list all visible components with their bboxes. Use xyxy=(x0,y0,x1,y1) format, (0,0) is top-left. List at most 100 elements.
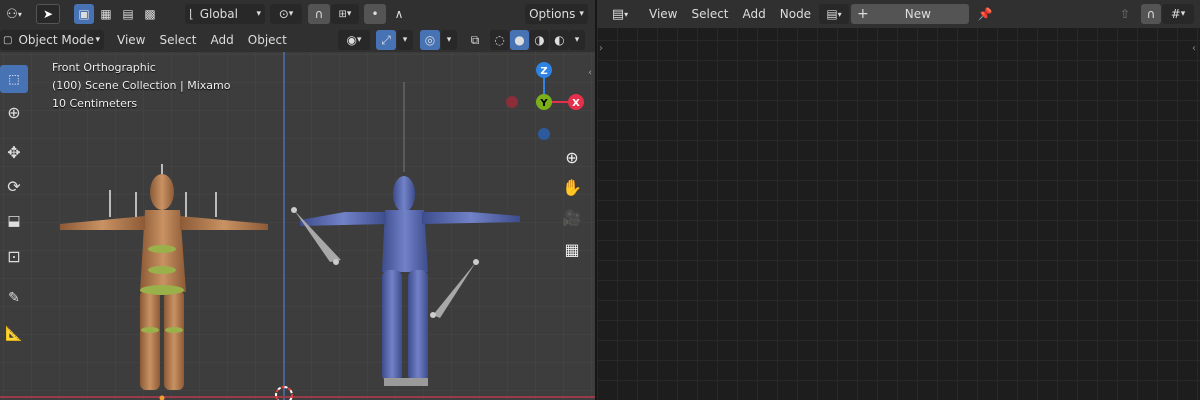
browse-datablock-dropdown[interactable]: ▤ ▾ xyxy=(819,4,849,24)
pin-icon: 📌 xyxy=(977,7,993,21)
gizmo-dropdown[interactable]: ▾ xyxy=(397,30,413,50)
pivot-point-dropdown[interactable]: ⊙ ▾ xyxy=(270,4,302,24)
menu-select[interactable]: Select xyxy=(684,4,735,24)
select-box-tool[interactable]: ⬚ xyxy=(0,65,28,93)
overlay-toggle[interactable]: ◎ xyxy=(420,30,440,50)
wireframe-shading-icon[interactable]: ◌ xyxy=(490,30,509,50)
plus-icon: + xyxy=(857,6,869,22)
falloff-dropdown[interactable]: ∧ xyxy=(388,4,410,24)
gizmo-toggle[interactable]: ⤢ xyxy=(376,30,396,50)
xray-icon: ⧉ xyxy=(470,32,480,47)
falloff-curve-icon: ∧ xyxy=(394,7,404,21)
overlay-icon: ◎ xyxy=(424,33,436,47)
x-axis-label: X xyxy=(572,98,580,109)
snap-toggle[interactable]: ∩ xyxy=(1141,4,1161,24)
menu-view[interactable]: View xyxy=(110,30,152,50)
menu-node[interactable]: Node xyxy=(773,4,818,24)
chevron-down-icon: ▾ xyxy=(574,35,580,45)
navigation-gizmo[interactable]: Z Y X xyxy=(500,58,595,148)
pivot-icon: ⊙ xyxy=(278,7,289,21)
neg-z-axis-dot[interactable] xyxy=(538,128,550,140)
node-editor[interactable]: ▤ ▾ View Select Add Node ▤ ▾ + New 📌 ⇧ ∩… xyxy=(597,0,1200,400)
pin-toggle[interactable]: 📌 xyxy=(975,4,995,24)
magnet-icon: ∩ xyxy=(314,7,324,21)
scale-tool[interactable]: ⬓ xyxy=(0,207,28,235)
proportional-dot-icon: • xyxy=(371,7,379,21)
menu-select[interactable]: Select xyxy=(152,30,203,50)
select-intersect-icon[interactable]: ▩ xyxy=(140,4,160,24)
pan-hand-icon[interactable]: ✋ xyxy=(561,176,583,198)
scale-icon: ⬓ xyxy=(7,213,21,229)
new-datablock-button[interactable]: + New xyxy=(851,4,969,24)
cursor-arrow-icon: ➤ xyxy=(42,7,54,21)
material-shading-icon[interactable]: ◑ xyxy=(530,30,549,50)
rotate-icon: ⟳ xyxy=(7,176,21,196)
gizmo-icon: ⤢ xyxy=(381,32,391,47)
orientation-label: Global xyxy=(199,7,238,21)
visibility-dropdown[interactable]: ◉ ▾ xyxy=(338,30,370,50)
sidebar-toggle-icon[interactable]: ‹ xyxy=(1190,40,1198,56)
select-tool-button[interactable]: ➤ xyxy=(36,4,60,24)
chevron-down-icon: ▾ xyxy=(446,35,452,45)
transform-icon: ⊡ xyxy=(7,246,21,266)
blender-window: ⚇ ▾ ➤ ▣ ▦ ▤ ▩ ⌊ Global ▾ ⊙ ▾ ∩ ⊞ ▾ • ∧ O… xyxy=(0,0,1200,400)
armature-icon: ⚇ xyxy=(6,6,18,22)
cursor-tool[interactable]: ⊕ xyxy=(0,98,28,126)
annotate-tool[interactable]: ✎ xyxy=(0,284,28,312)
neg-x-axis-dot[interactable] xyxy=(506,96,518,108)
transform-tool[interactable]: ⊡ xyxy=(0,242,28,270)
grid-scale-label: 10 Centimeters xyxy=(52,97,138,110)
object-mode-icon: ▢ xyxy=(3,34,13,46)
magnet-icon: ∩ xyxy=(1146,7,1156,21)
y-axis-label: Y xyxy=(539,98,548,109)
move-tool[interactable]: ✥ xyxy=(0,138,28,166)
menu-view[interactable]: View xyxy=(642,4,684,24)
options-dropdown[interactable]: Options ▾ xyxy=(525,4,588,24)
selection-mode-group: ▣ ▦ ▤ ▩ xyxy=(74,4,160,24)
chevron-down-icon: ▾ xyxy=(256,9,261,19)
editor-type-button[interactable]: ▤ ▾ xyxy=(605,4,635,24)
chevron-down-icon: ▾ xyxy=(579,9,584,19)
select-extend-icon[interactable]: ▦ xyxy=(96,4,116,24)
view-name-label: Front Orthographic xyxy=(52,61,156,74)
3d-viewport[interactable]: ⚇ ▾ ➤ ▣ ▦ ▤ ▩ ⌊ Global ▾ ⊙ ▾ ∩ ⊞ ▾ • ∧ O… xyxy=(0,0,595,400)
transform-orientation-dropdown[interactable]: ⌊ Global ▾ xyxy=(185,4,265,24)
menu-object[interactable]: Object xyxy=(241,30,294,50)
mode-label: Object Mode xyxy=(18,33,95,47)
xray-toggle[interactable]: ⧉ xyxy=(465,30,485,50)
rendered-shading-icon[interactable]: ◐ xyxy=(550,30,569,50)
menu-add[interactable]: Add xyxy=(736,4,773,24)
shading-dropdown[interactable]: ▾ xyxy=(569,30,585,50)
select-new-icon[interactable]: ▣ xyxy=(74,4,94,24)
chevron-down-icon: ▾ xyxy=(402,35,408,45)
cursor-crosshair-icon: ⊕ xyxy=(7,102,21,122)
shading-group: ◌ ● ◑ ◐ xyxy=(490,30,569,50)
measure-tool[interactable]: 📐 xyxy=(0,320,28,348)
snap-element-dropdown[interactable]: # ▾ xyxy=(1162,4,1194,24)
toolbar-toggle-icon[interactable]: › xyxy=(597,40,605,56)
ruler-icon: 📐 xyxy=(5,326,23,342)
solid-shading-icon[interactable]: ● xyxy=(510,30,529,50)
rotate-tool[interactable]: ⟳ xyxy=(0,172,28,200)
camera-icon[interactable]: 🎥 xyxy=(561,207,583,229)
datablock-icon: ▤ xyxy=(826,7,838,21)
sidebar-toggle-icon[interactable]: ‹ xyxy=(585,66,595,80)
snap-toggle[interactable]: ∩ xyxy=(308,4,330,24)
select-subtract-icon[interactable]: ▤ xyxy=(118,4,138,24)
parent-node-tree-button[interactable]: ⇧ xyxy=(1115,4,1135,24)
snap-target-dropdown[interactable]: ⊞ ▾ xyxy=(331,4,359,24)
menu-add[interactable]: Add xyxy=(204,30,241,50)
collection-label: (100) Scene Collection | Mixamo xyxy=(52,79,231,92)
eye-icon: ◉ xyxy=(346,33,357,47)
mode-dropdown[interactable]: ▢ Object Mode ▾ xyxy=(0,30,104,50)
snap-increment-icon: ⊞ xyxy=(338,8,347,20)
proportional-edit-toggle[interactable]: • xyxy=(364,4,386,24)
grid-perspective-icon[interactable]: ▦ xyxy=(561,238,583,260)
viewport-subheader: ▢ Object Mode ▾ View Select Add Object ◉… xyxy=(0,28,595,52)
overlay-dropdown[interactable]: ▾ xyxy=(441,30,457,50)
select-box-icon: ⬚ xyxy=(8,72,20,86)
pencil-icon: ✎ xyxy=(8,290,20,306)
zoom-icon[interactable]: ⊕ xyxy=(561,146,583,168)
viewport-menu-bar: View Select Add Object xyxy=(110,30,294,50)
editor-type-button[interactable]: ⚇ ▾ xyxy=(2,4,26,24)
